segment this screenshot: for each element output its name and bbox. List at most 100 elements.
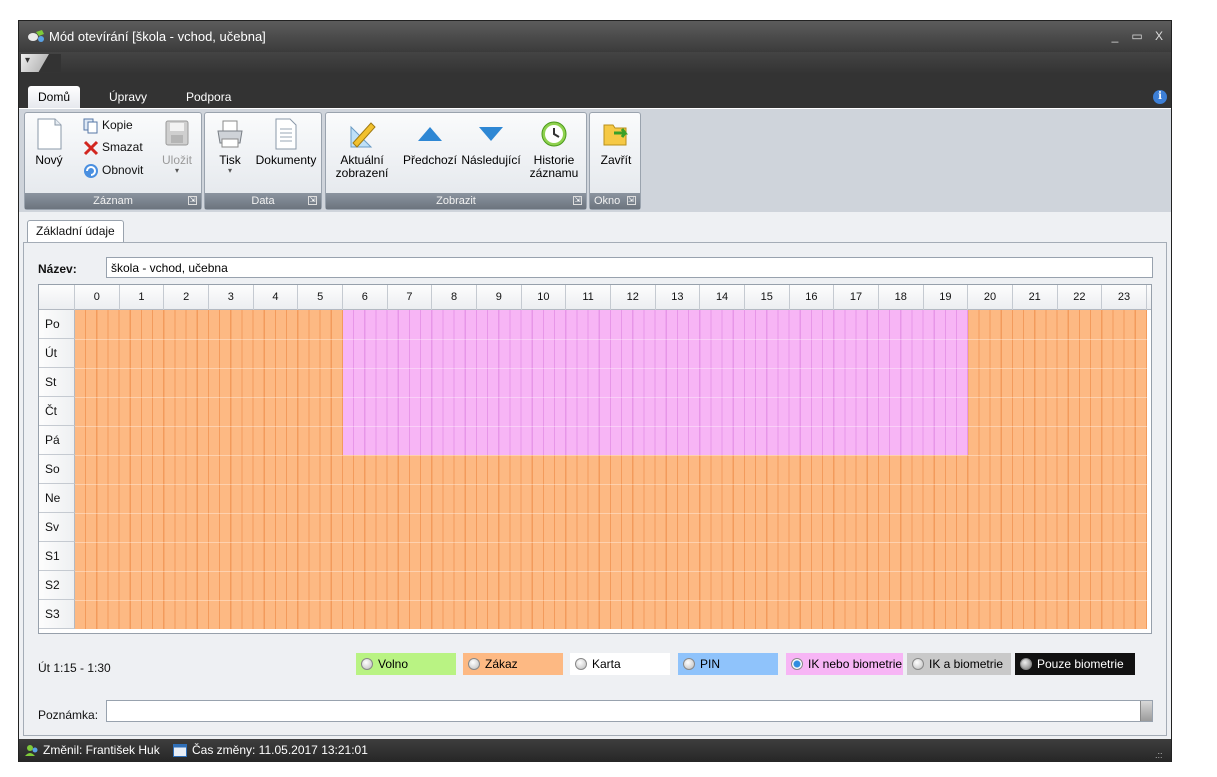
hour-header[interactable]: 11 [566,285,611,310]
day-row-header[interactable]: S2 [39,571,75,600]
radio-icon[interactable] [912,658,924,670]
name-input[interactable] [106,257,1153,278]
row-separator [75,513,1147,514]
day-row-cells[interactable] [75,455,1147,484]
status-bar: Změnil: František Huk Čas změny: 11.05.2… [19,739,1171,762]
hour-header[interactable]: 9 [477,285,522,310]
delete-button[interactable]: Smazat [83,137,143,157]
okno-launcher-icon[interactable]: ⇲ [627,196,636,205]
hour-header[interactable]: 15 [745,285,790,310]
current-view-button[interactable]: Aktuální zobrazení [329,117,395,180]
legend-item[interactable]: Karta [570,653,670,675]
legend-item[interactable]: Zákaz [463,653,563,675]
schedule-range[interactable] [342,310,969,339]
legend-item[interactable]: Pouze biometrie [1015,653,1135,675]
note-scrollbar[interactable] [1140,701,1152,721]
tab-upravy[interactable]: Úpravy [99,86,157,108]
refresh-button[interactable]: Obnovit [83,160,143,180]
day-row-header[interactable]: S1 [39,542,75,571]
hour-header[interactable]: 16 [790,285,835,310]
day-row-header[interactable]: Po [39,310,75,339]
legend-item[interactable]: IK nebo biometrie [786,653,903,675]
close-record-button[interactable]: Zavřít [594,117,638,167]
zaznam-launcher-icon[interactable]: ⇲ [188,196,197,205]
legend-item[interactable]: IK a biometrie [907,653,1011,675]
new-button[interactable]: Nový [29,117,69,167]
hour-header[interactable]: 5 [298,285,343,310]
maximize-button[interactable]: ▭ [1127,27,1147,45]
hour-header[interactable]: 20 [968,285,1013,310]
quick-access-menu-button[interactable]: ▾ [21,54,61,72]
day-row-header[interactable]: S3 [39,600,75,629]
close-button[interactable]: X [1149,27,1169,45]
hour-header[interactable]: 19 [924,285,969,310]
printer-icon [217,120,243,148]
zobrazit-caption: Zobrazit [436,195,476,207]
minimize-button[interactable]: _ [1105,27,1125,45]
next-button[interactable]: Následující [460,117,522,167]
hour-header[interactable]: 8 [432,285,477,310]
radio-icon[interactable] [468,658,480,670]
print-button[interactable]: Tisk ▾ [213,117,247,175]
note-input[interactable] [106,700,1153,722]
tab-domu[interactable]: Domů [28,86,81,108]
hour-header[interactable]: 7 [388,285,433,310]
day-row-header[interactable]: Út [39,339,75,368]
history-button[interactable]: Historie záznamu [528,117,580,180]
radio-icon[interactable] [575,658,587,670]
radio-icon[interactable] [1020,658,1032,670]
previous-label: Předchozí [402,153,458,167]
day-row-cells[interactable] [75,542,1147,571]
tab-zakladni-udaje[interactable]: Základní údaje [27,220,124,242]
save-button[interactable]: Uložit ▾ [159,117,195,175]
arrow-down-icon [479,127,503,141]
day-row-header[interactable]: Ne [39,484,75,513]
hour-header[interactable]: 10 [522,285,567,310]
hour-header[interactable]: 13 [656,285,701,310]
day-row-cells[interactable] [75,600,1147,629]
radio-icon[interactable] [791,658,803,670]
hour-header[interactable]: 1 [120,285,165,310]
day-row-cells[interactable] [75,571,1147,600]
hour-header[interactable]: 23 [1102,285,1147,310]
day-row-cells[interactable] [75,484,1147,513]
day-row-header[interactable]: Sv [39,513,75,542]
previous-button[interactable]: Předchozí [402,117,458,167]
schedule-range[interactable] [342,426,969,455]
ribbon-group-data: Tisk ▾ Dokumenty Data ⇲ [204,112,322,210]
data-launcher-icon[interactable]: ⇲ [308,196,317,205]
day-row-header[interactable]: St [39,368,75,397]
grid-cells[interactable] [75,310,1147,630]
radio-icon[interactable] [361,658,373,670]
hour-header[interactable]: 4 [254,285,299,310]
hour-header[interactable]: 12 [611,285,656,310]
resize-grip-icon[interactable]: .:: [1155,744,1165,760]
info-icon[interactable]: i [1153,90,1167,104]
schedule-grid[interactable]: 0 1 2 3 4 5 6 7 8 9 10 11 12 13 14 15 16 17 18 19 20 21 22 23 P… [38,284,1152,634]
hour-header[interactable]: 18 [879,285,924,310]
schedule-range[interactable] [342,339,969,368]
legend-item[interactable]: Volno [356,653,456,675]
day-row-header[interactable]: So [39,455,75,484]
hour-header[interactable]: 6 [343,285,388,310]
hour-header[interactable]: 22 [1058,285,1103,310]
legend-item[interactable]: PIN [678,653,778,675]
documents-button[interactable]: Dokumenty [253,117,319,167]
changed-by: Změnil: František Huk [43,743,160,757]
radio-icon[interactable] [683,658,695,670]
note-label: Poznámka: [38,708,99,722]
day-row-cells[interactable] [75,513,1147,542]
day-row-header[interactable]: Čt [39,397,75,426]
hour-header[interactable]: 2 [164,285,209,310]
day-row-header[interactable]: Pá [39,426,75,455]
zobrazit-launcher-icon[interactable]: ⇲ [573,196,582,205]
hour-header[interactable]: 0 [75,285,120,310]
hour-header[interactable]: 14 [700,285,745,310]
tab-podpora[interactable]: Podpora [176,86,241,108]
schedule-range[interactable] [342,397,969,426]
copy-button[interactable]: Kopie [83,115,133,135]
schedule-range[interactable] [342,368,969,397]
hour-header[interactable]: 21 [1013,285,1058,310]
hour-header[interactable]: 17 [834,285,879,310]
hour-header[interactable]: 3 [209,285,254,310]
